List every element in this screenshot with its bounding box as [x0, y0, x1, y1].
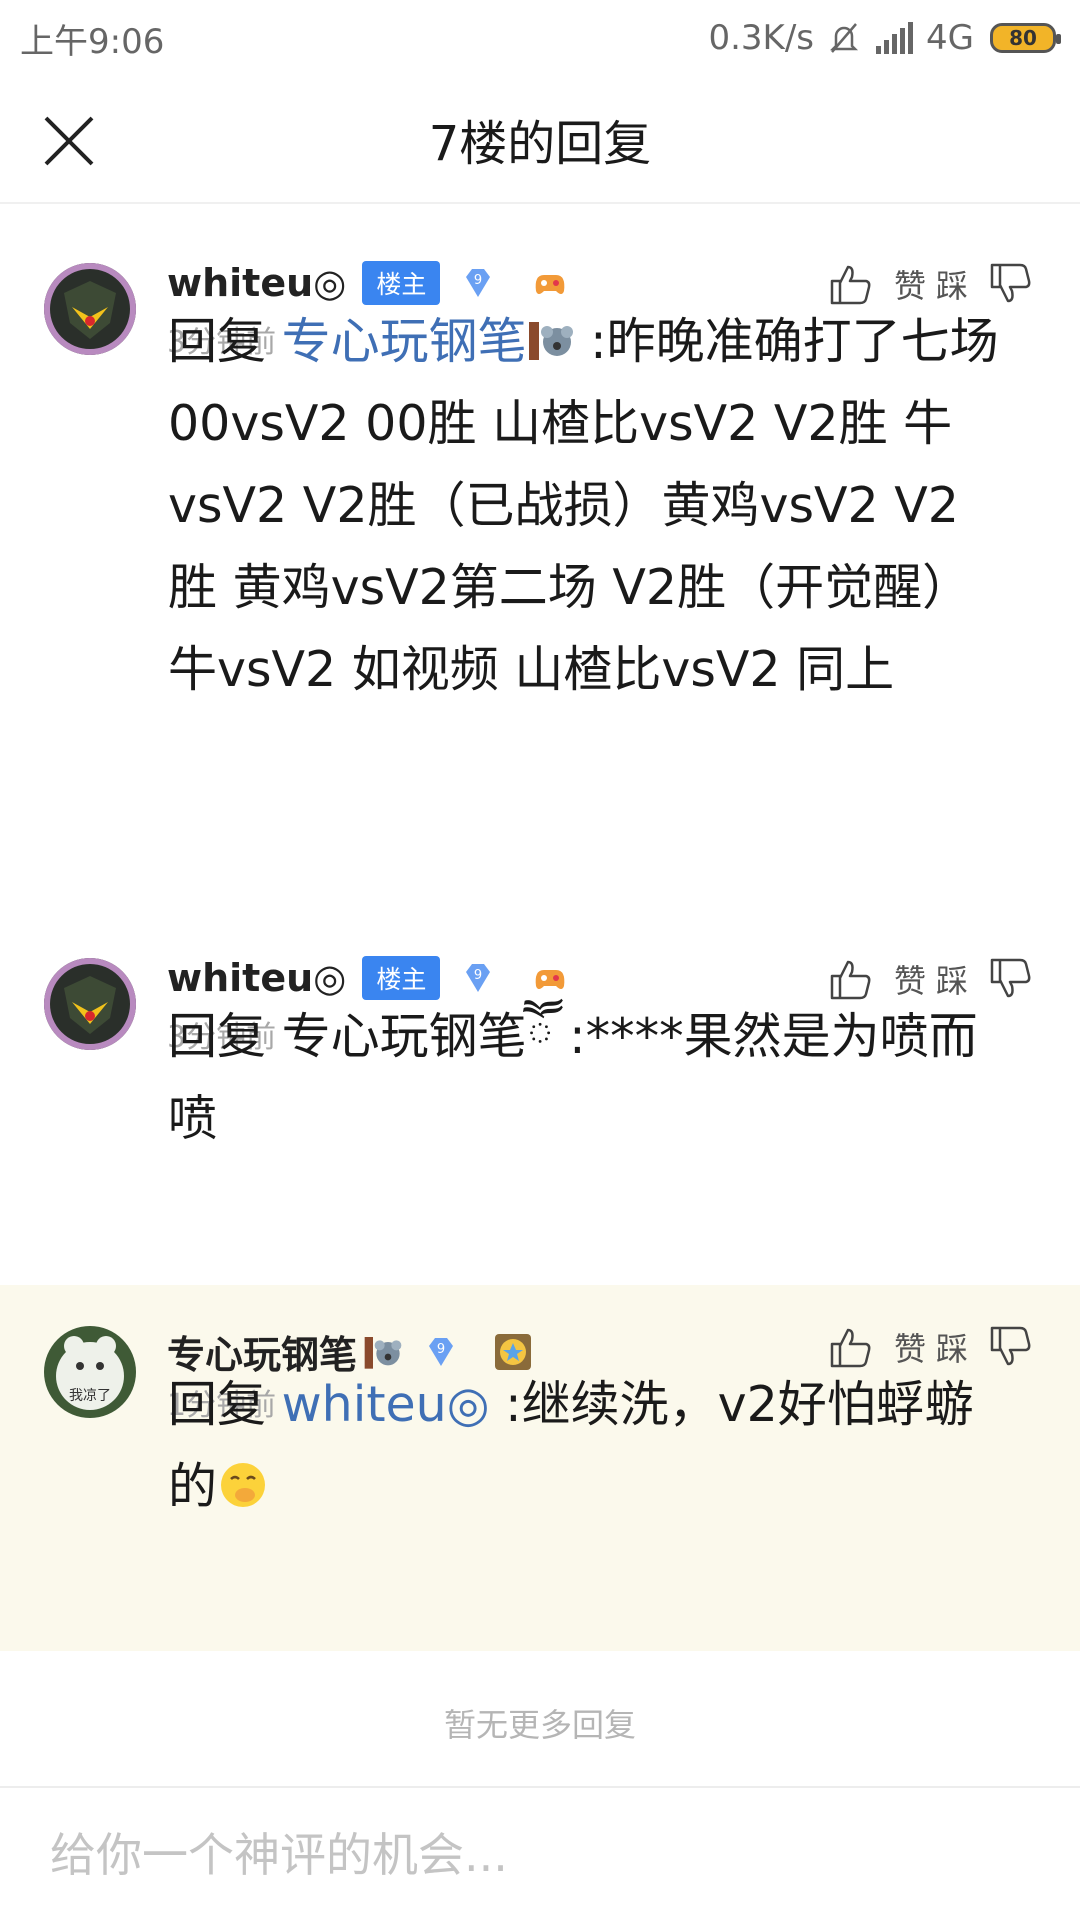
gamepad-icon: [536, 275, 565, 294]
net-speed: 0.3K/s: [708, 18, 815, 58]
avatar[interactable]: [44, 958, 136, 1050]
robot-avatar-image: [44, 263, 136, 355]
status-bar: 上午9:06 0.3K/s 4G 80: [0, 0, 1080, 76]
reply-item: whiteu◎ 楼主 9 3分钟前 赞 踩 回复 专心玩钢笔 :昨晚准确打了七场…: [0, 205, 1080, 925]
level-number: 9: [437, 1342, 445, 1357]
robot-avatar-image: [44, 958, 136, 1050]
comment-input[interactable]: [50, 1818, 1030, 1892]
gamepad-icon: [536, 970, 565, 989]
owner-badge: 楼主: [362, 956, 441, 1000]
mention-link[interactable]: 专心玩钢笔: [282, 313, 527, 370]
mention-suffix: ཽ: [526, 1008, 554, 1065]
avatar-caption: 我凉了: [69, 1388, 111, 1404]
header: 7楼的回复: [0, 76, 1080, 204]
comment-text: 回复 whiteu◎ :继续洗，v2好怕蜉蝣的: [168, 1364, 1000, 1528]
no-more-replies: 暂无更多回复: [443, 1706, 636, 1744]
avatar[interactable]: [44, 263, 136, 355]
username[interactable]: whiteu◎: [167, 956, 346, 1000]
mention-name[interactable]: 专心玩钢笔: [282, 1008, 527, 1065]
koala-badge-icon: [528, 322, 573, 360]
cartoon-avatar-image: 我凉了: [44, 1326, 136, 1418]
giggle-emoji-icon: [221, 1463, 266, 1507]
reply-page: 上午9:06 0.3K/s 4G 80 7楼的回复 whiteu◎ 楼主 9 3…: [0, 0, 1080, 1920]
user-meta: whiteu◎ 楼主 9: [167, 956, 572, 1000]
username[interactable]: whiteu◎: [167, 261, 346, 305]
level-gem-icon: 9: [466, 269, 491, 297]
battery-icon: 80: [990, 23, 1061, 53]
user-meta: whiteu◎ 楼主 9: [167, 261, 572, 305]
battery-level: 80: [1009, 26, 1037, 50]
reply-prefix: 回复: [168, 313, 282, 370]
owner-badge: 楼主: [362, 261, 441, 305]
close-icon: [44, 116, 94, 166]
level-number: 9: [474, 968, 482, 983]
status-indicators: 0.3K/s 4G 80: [708, 18, 1061, 58]
comment-text: 回复 专心玩钢笔 :昨晚准确打了七场 00vsV2 00胜 山楂比vsV2 V2…: [168, 301, 1000, 711]
reply-item-highlighted: 我凉了 专心玩钢笔 9 1分钟前 赞 踩 回复 whiteu◎:继续洗，v2好…: [0, 1285, 1080, 1651]
bell-off-icon: [829, 23, 859, 53]
close-button[interactable]: [36, 108, 102, 174]
signal-icon: [876, 22, 914, 54]
comment-input-bar: [0, 1786, 1080, 1920]
reply-body: :昨晚准确打了七场 00vsV2 00胜 山楂比vsV2 V2胜 牛vsV2 V…: [168, 313, 999, 698]
level-number: 9: [474, 273, 482, 288]
mention-link[interactable]: whiteu◎: [282, 1376, 490, 1433]
avatar[interactable]: 我凉了: [44, 1326, 136, 1418]
network-type: 4G: [926, 18, 974, 58]
reply-prefix: 回复: [168, 1376, 282, 1433]
status-time: 上午9:06: [20, 21, 165, 62]
reply-prefix: 回复: [168, 1008, 282, 1065]
comment-text: 回复 专心玩钢笔ཽ :****果然是为喷而喷: [168, 996, 1000, 1160]
reply-item: whiteu◎ 楼主 9 3分钟前 赞 踩 回复 专心玩钢笔ཽ :****果然是…: [0, 925, 1080, 1285]
level-gem-icon: 9: [466, 964, 491, 992]
page-title: 7楼的回复: [428, 116, 652, 172]
